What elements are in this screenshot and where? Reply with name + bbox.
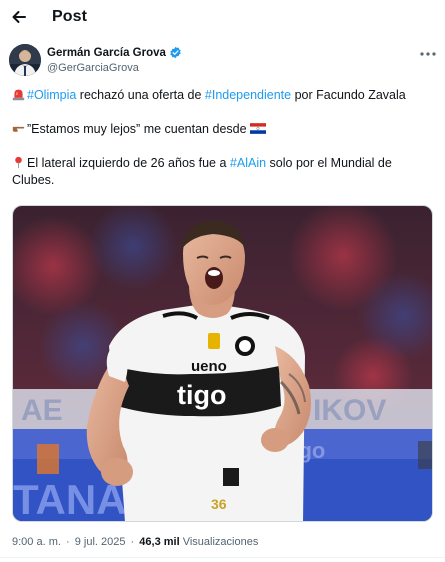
tweet-line-1: #Olimpia rechazó una oferta de #Independ… xyxy=(12,87,432,104)
tweet-text-segment: por Facundo Zavala xyxy=(291,88,406,102)
author-block: Germán García Grova @GerGarciaGrova xyxy=(9,44,437,80)
divider xyxy=(0,557,445,558)
tweet-line-2: ”Estamos muy lejos” me cuentan desde xyxy=(12,121,432,138)
jersey-sponsor-main: tigo xyxy=(177,380,226,410)
meta-separator: · xyxy=(130,536,135,548)
hashtag-independiente[interactable]: #Independiente xyxy=(205,88,291,102)
hashtag-olimpia[interactable]: #Olimpia xyxy=(27,88,76,102)
tweet-text-segment: ”Estamos muy lejos” me cuentan desde xyxy=(27,122,251,136)
ad-board-left: AE xyxy=(21,394,63,427)
tweet-date[interactable]: 9 jul. 2025 xyxy=(75,536,126,548)
tweet-photo[interactable]: AE IKOV TANA 2 tigo ueno tigo 36 xyxy=(12,205,433,522)
tweet-text-segment: rechazó una oferta de xyxy=(76,88,205,102)
paraguay-flag-icon xyxy=(250,123,267,134)
round-pushpin-icon xyxy=(15,156,22,169)
views-label: Visualizaciones xyxy=(182,536,259,548)
rotating-light-icon xyxy=(12,89,25,101)
pointing-hand-icon xyxy=(12,126,25,132)
more-options-button[interactable] xyxy=(419,47,437,61)
meta-separator: · xyxy=(65,536,70,548)
more-options-icon xyxy=(420,52,436,56)
tweet-meta: 9:00 a. m. · 9 jul. 2025 · 46,3 mil Visu… xyxy=(12,536,258,548)
tweet-text: #Olimpia rechazó una oferta de #Independ… xyxy=(12,87,432,189)
tweet-line-3: El lateral izquierdo de 26 años fue a #A… xyxy=(12,155,432,189)
avatar[interactable] xyxy=(9,44,41,76)
tweet-text-segment: El lateral izquierdo de 26 años fue a xyxy=(27,156,230,170)
hashtag-alain[interactable]: #AlAin xyxy=(230,156,266,170)
views-count: 46,3 mil xyxy=(139,536,180,548)
tweet-time[interactable]: 9:00 a. m. xyxy=(12,536,61,548)
author-name[interactable]: Germán García Grova xyxy=(47,47,166,59)
author-handle[interactable]: @GerGarciaGrova xyxy=(47,62,139,74)
ad-board-right: IKOV xyxy=(313,394,386,427)
arrow-left-icon xyxy=(12,11,26,23)
back-button[interactable] xyxy=(9,7,29,27)
jersey-sponsor-top: ueno xyxy=(191,358,227,375)
page-title: Post xyxy=(52,8,88,25)
top-bar: Post xyxy=(0,0,445,36)
verified-badge-icon xyxy=(170,46,181,59)
jersey-number: 36 xyxy=(211,496,227,512)
